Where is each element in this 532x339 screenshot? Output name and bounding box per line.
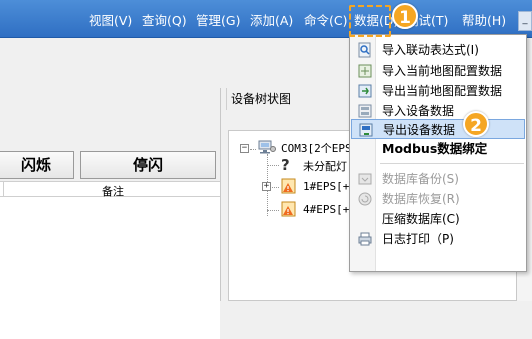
export-device-icon [358, 122, 374, 138]
data-menu-dropdown: 导入联动表达式(I) 导入当前地图配置数据 导出当前地图配置数据 导入设备数据 … [349, 34, 527, 272]
menu-command[interactable]: 命令(C) [304, 12, 347, 30]
menu-item-export-map-config[interactable]: 导出当前地图配置数据 [351, 81, 525, 101]
data-menu-highlight-box [349, 5, 391, 37]
eps-device-icon [279, 177, 299, 195]
menu-help[interactable]: 帮助(H) [462, 12, 506, 30]
left-panel: 闪烁 停闪 备注 [0, 38, 220, 339]
flash-button[interactable]: 闪烁 [0, 151, 74, 179]
computer-icon [257, 140, 277, 154]
minimize-button[interactable]: _ [518, 11, 532, 31]
printer-icon [357, 231, 373, 247]
tree-node-com3[interactable]: COM3[2个EPS- [281, 140, 358, 156]
menu-item-modbus-binding[interactable]: Modbus数据绑定 [351, 139, 525, 159]
import-expression-icon [357, 42, 373, 58]
step-1-badge: 1 [392, 3, 418, 29]
stop-flash-button[interactable]: 停闪 [80, 151, 216, 179]
tree-node-unassigned[interactable]: 未分配灯 [303, 158, 347, 174]
menu-separator [380, 163, 524, 164]
menu-item-compress-database[interactable]: 压缩数据库(C) [351, 209, 525, 229]
menu-item-database-backup[interactable]: 数据库备份(S) [351, 169, 525, 189]
step-2-badge: 2 [463, 111, 489, 137]
notes-table-body [0, 197, 220, 339]
menu-query[interactable]: 查询(Q) [142, 12, 187, 30]
collapse-toggle[interactable]: − [240, 144, 249, 153]
menu-add[interactable]: 添加(A) [250, 12, 293, 30]
database-backup-icon [357, 171, 373, 187]
database-restore-icon [357, 191, 373, 207]
export-map-icon [357, 83, 373, 99]
expand-toggle[interactable]: + [262, 182, 271, 191]
menu-item-log-print[interactable]: 日志打印（P) [351, 229, 525, 249]
import-device-icon [357, 103, 373, 119]
menu-bar: 视图(V) 查询(Q) 管理(G) 添加(A) 命令(C) 数据(D) 测试(T… [0, 0, 532, 38]
menu-manage[interactable]: 管理(G) [196, 12, 240, 30]
menu-item-export-device-data[interactable]: 导出设备数据 [351, 119, 525, 139]
menu-item-import-expression[interactable]: 导入联动表达式(I) [351, 40, 525, 60]
menu-item-database-restore[interactable]: 数据库恢复(R) [351, 189, 525, 209]
question-icon: ? [281, 156, 290, 174]
notes-table-header: 备注 [0, 181, 220, 198]
menu-item-import-map-config[interactable]: 导入当前地图配置数据 [351, 61, 525, 81]
import-map-icon [357, 63, 373, 79]
menu-item-import-device-data[interactable]: 导入设备数据 [351, 101, 525, 121]
eps-device-icon [279, 200, 299, 218]
menu-view[interactable]: 视图(V) [89, 12, 132, 30]
